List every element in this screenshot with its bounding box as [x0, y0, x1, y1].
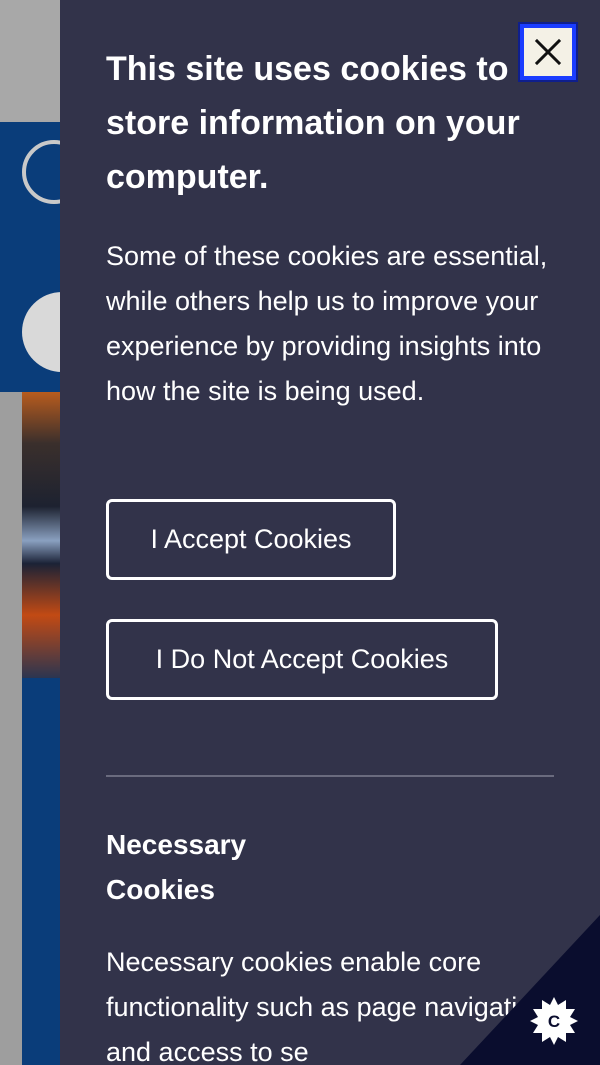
cookie-settings-icon[interactable]: C [528, 995, 580, 1047]
reject-cookies-button[interactable]: I Do Not Accept Cookies [106, 619, 498, 700]
close-button[interactable] [520, 24, 576, 80]
cookie-banner-title: This site uses cookies to store informat… [106, 50, 520, 196]
accept-cookies-button[interactable]: I Accept Cookies [106, 499, 396, 580]
necessary-cookies-title: Necessary Cookies [106, 829, 247, 905]
close-icon [534, 38, 562, 66]
divider [106, 775, 554, 777]
cookie-settings-letter: C [548, 1012, 560, 1031]
cookie-consent-panel: This site uses cookies to store informat… [60, 0, 600, 1065]
cookie-banner-description: Some of these cookies are essential, whi… [106, 241, 548, 406]
